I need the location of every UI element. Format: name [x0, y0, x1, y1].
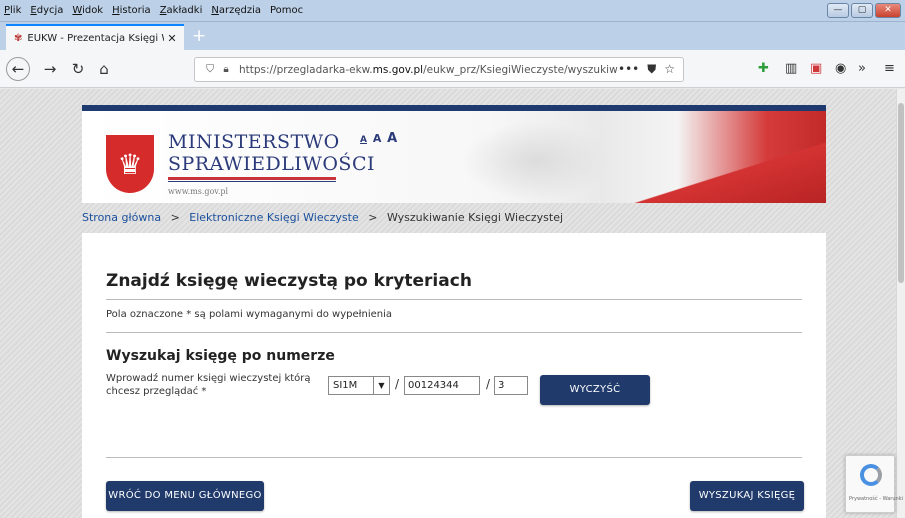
- url-text[interactable]: https://przegladarka-ekw.ms.gov.pl/eukw_…: [239, 64, 618, 76]
- breadcrumb-separator: >: [170, 211, 180, 224]
- logo-blue-rule: [168, 181, 336, 182]
- logo-red-rule: [168, 177, 336, 180]
- court-code-select[interactable]: SI1M ▼: [328, 376, 390, 395]
- new-tab-button[interactable]: +: [192, 26, 206, 46]
- page-viewport: ♛ MINISTERSTWO SPRAWIEDLIWOŚCI www.ms.go…: [0, 89, 896, 518]
- breadcrumb-current: Wyszukiwanie Księgi Wieczystej: [386, 211, 564, 224]
- pocket-save-icon[interactable]: ▣: [810, 61, 822, 76]
- divider: [106, 299, 802, 300]
- check-digit-input[interactable]: [494, 376, 528, 395]
- tab-close-icon[interactable]: ✕: [164, 32, 180, 45]
- section-title: Wyszukaj księgę po numerze: [106, 348, 335, 364]
- home-icon[interactable]: ⌂: [92, 57, 116, 81]
- breadcrumb-section[interactable]: Elektroniczne Księgi Wieczyste: [189, 211, 358, 224]
- page-scrollbar[interactable]: [896, 89, 905, 518]
- menu-historia[interactable]: Historia: [112, 5, 151, 16]
- account-icon[interactable]: ◉: [835, 61, 846, 76]
- address-bar[interactable]: ⛉ 🔒︎ https://przegladarka-ekw.ms.gov.pl/…: [194, 57, 684, 82]
- eagle-emblem-icon[interactable]: ♛: [106, 135, 154, 193]
- pocket-icon[interactable]: ⛊: [647, 62, 656, 77]
- menu-edycja[interactable]: Edycja: [30, 5, 63, 16]
- back-arrow-icon[interactable]: ←: [6, 57, 30, 81]
- page-actions-icon[interactable]: •••: [618, 62, 639, 77]
- chevron-down-icon[interactable]: ▼: [373, 377, 389, 394]
- page-container: ♛ MINISTERSTWO SPRAWIEDLIWOŚCI www.ms.go…: [82, 89, 826, 518]
- menu-zakladki[interactable]: Zakładki: [160, 5, 203, 16]
- required-note: Pola oznaczone * są polami wymaganymi do…: [106, 309, 393, 320]
- hamburger-menu-icon[interactable]: ≡: [884, 61, 895, 76]
- breadcrumb-separator: >: [368, 211, 378, 224]
- breadcrumb-home[interactable]: Strona główna: [82, 211, 161, 224]
- tab-eukw[interactable]: ✾ EUKW - Prezentacja Księgi Wiec ✕: [6, 24, 184, 50]
- search-book-button[interactable]: WYSZUKAJ KSIĘGĘ: [690, 481, 804, 511]
- favicon-icon: ✾: [14, 32, 23, 44]
- font-size-controls: A A A: [360, 131, 399, 146]
- search-form-card: Znajdź księgę wieczystą po kryteriach Po…: [82, 233, 826, 518]
- window-close-icon[interactable]: ✕: [875, 3, 901, 18]
- page-title: Znajdź księgę wieczystą po kryteriach: [106, 271, 472, 291]
- recaptcha-badge[interactable]: Prywatność - Warunki: [845, 455, 903, 513]
- sidebar-icon[interactable]: ▥: [785, 61, 797, 76]
- breadcrumb: Strona główna > Elektroniczne Księgi Wie…: [82, 211, 563, 224]
- slash-separator: /: [486, 377, 491, 391]
- ministry-name-line1[interactable]: MINISTERSTWO: [168, 131, 340, 153]
- flag-wave: [602, 134, 826, 203]
- ministry-url: www.ms.gov.pl: [168, 187, 229, 196]
- eagle-watermark: [462, 121, 612, 201]
- forward-arrow-icon[interactable]: →: [38, 57, 62, 81]
- menu-bar: Plik Edycja Widok Historia Zakładki Narz…: [0, 0, 905, 22]
- font-size-large[interactable]: A: [387, 131, 397, 146]
- court-code-value: SI1M: [333, 380, 358, 391]
- back-to-menu-button[interactable]: WRÓĆ DO MENU GŁÓWNEGO: [106, 481, 264, 511]
- maximize-icon[interactable]: ▢: [851, 3, 873, 18]
- recaptcha-text[interactable]: Prywatność - Warunki: [849, 496, 903, 502]
- font-size-small[interactable]: A: [360, 135, 367, 145]
- menu-widok[interactable]: Widok: [72, 5, 103, 16]
- window-controls: — ▢ ✕: [827, 3, 901, 18]
- menu-narzedzia[interactable]: Narzędzia: [211, 5, 261, 16]
- recaptcha-icon: [860, 464, 882, 486]
- divider: [106, 332, 802, 333]
- book-number-label: Wprowadź numer księgi wieczystej którą c…: [106, 373, 311, 397]
- minimize-icon[interactable]: —: [827, 3, 849, 18]
- tracking-shield-icon[interactable]: ⛉: [201, 63, 219, 76]
- navigation-bar: ← → ↻ ⌂ ⛉ 🔒︎ https://przegladarka-ekw.ms…: [0, 50, 905, 88]
- ministry-name-line2[interactable]: SPRAWIEDLIWOŚCI: [168, 153, 375, 175]
- reload-icon[interactable]: ↻: [66, 57, 90, 81]
- header-banner: ♛ MINISTERSTWO SPRAWIEDLIWOŚCI www.ms.go…: [82, 111, 826, 203]
- clear-button[interactable]: WYCZYŚĆ: [540, 375, 650, 405]
- slash-separator: /: [395, 377, 400, 391]
- lock-icon[interactable]: 🔒︎: [219, 64, 233, 75]
- tab-title: EUKW - Prezentacja Księgi Wiec: [27, 32, 164, 44]
- bookmark-star-icon[interactable]: ☆: [664, 62, 675, 77]
- divider: [106, 457, 802, 458]
- scroll-thumb[interactable]: [898, 103, 904, 283]
- menu-pomoc[interactable]: Pomoc: [270, 5, 303, 16]
- extension-icon[interactable]: ✚: [758, 61, 769, 76]
- tab-bar: ✾ EUKW - Prezentacja Księgi Wiec ✕ +: [0, 22, 905, 50]
- overflow-chevron-icon[interactable]: »: [858, 61, 866, 76]
- font-size-medium[interactable]: A: [373, 132, 382, 145]
- menu-plik[interactable]: Plik: [4, 5, 21, 16]
- book-number-input[interactable]: [404, 376, 480, 395]
